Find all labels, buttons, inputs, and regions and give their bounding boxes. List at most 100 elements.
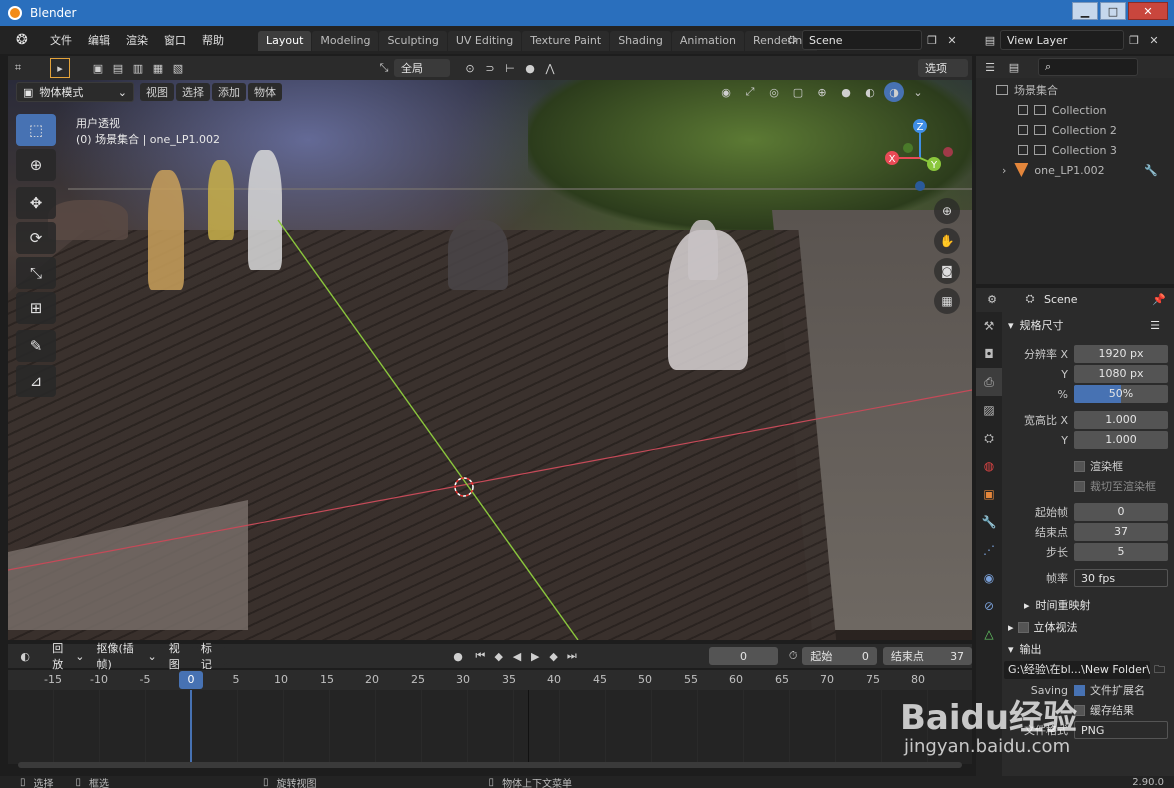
editor-type-icon[interactable]: ⌗ bbox=[8, 58, 28, 78]
tab-layout[interactable]: Layout bbox=[258, 31, 312, 51]
new-scene-icon[interactable]: ❐ bbox=[922, 30, 942, 50]
mode-select[interactable]: ▣ 物体模式 ⌄ bbox=[16, 82, 134, 102]
aspect-x-field[interactable]: 1.000 bbox=[1074, 411, 1168, 429]
gizmo-neg-x-handle[interactable] bbox=[943, 147, 953, 157]
visibility-eye-icon[interactable]: ◉ bbox=[716, 82, 736, 102]
select-mode-intersect-icon[interactable]: ▧ bbox=[168, 58, 188, 78]
tab-texture-paint[interactable]: Texture Paint bbox=[522, 31, 610, 51]
menu-object[interactable]: 物体 bbox=[248, 83, 282, 101]
frame-step-field[interactable]: 5 bbox=[1074, 543, 1168, 561]
annotate-tool-icon[interactable]: ✎ bbox=[16, 330, 56, 362]
tab-sculpting[interactable]: Sculpting bbox=[379, 31, 447, 51]
stereoscopy-checkbox[interactable] bbox=[1017, 621, 1029, 633]
select-mode-subtract-icon[interactable]: ▥ bbox=[128, 58, 148, 78]
tab-shading[interactable]: Shading bbox=[610, 31, 671, 51]
transform-orientation-select[interactable]: 全局 bbox=[394, 59, 450, 77]
exclude-checkbox[interactable] bbox=[1018, 145, 1028, 155]
pan-hand-icon[interactable]: ✋ bbox=[934, 228, 960, 254]
playback-menu[interactable]: 回放 ⌄ bbox=[46, 642, 91, 671]
menu-window[interactable]: 窗口 bbox=[156, 32, 194, 48]
render-region-checkbox[interactable]: 渲染框 bbox=[1074, 456, 1174, 476]
menu-render[interactable]: 渲染 bbox=[118, 32, 156, 48]
falloff-icon[interactable]: ⋀ bbox=[540, 58, 560, 78]
frame-start-field[interactable]: 起始 0 bbox=[802, 647, 877, 665]
crop-region-checkbox[interactable]: 裁切至渲染框 bbox=[1074, 476, 1174, 496]
select-mode-extend-icon[interactable]: ▤ bbox=[108, 58, 128, 78]
jump-end-icon[interactable]: ⏭ bbox=[563, 646, 581, 666]
file-format-select[interactable]: PNG bbox=[1074, 721, 1168, 739]
frame-rate-select[interactable]: 30 fps bbox=[1074, 569, 1168, 587]
blender-logo-icon[interactable]: ❂ bbox=[16, 32, 34, 48]
rotate-tool-icon[interactable]: ⟳ bbox=[16, 222, 56, 254]
resolution-x-field[interactable]: 1920 px bbox=[1074, 345, 1168, 363]
close-button[interactable]: ✕ bbox=[1128, 2, 1168, 20]
modifier-wrench-icon[interactable]: 🔧 bbox=[1144, 164, 1158, 177]
folder-icon[interactable]: 🗀 bbox=[1154, 661, 1165, 680]
xray-toggle-icon[interactable]: ▢ bbox=[788, 82, 808, 102]
tab-data-icon[interactable]: △ bbox=[976, 620, 1002, 648]
frame-end-field[interactable]: 37 bbox=[1074, 523, 1168, 541]
timeline-body[interactable] bbox=[8, 690, 972, 764]
tab-modifier-icon[interactable]: 🔧 bbox=[976, 508, 1002, 536]
tab-scene-icon[interactable]: ⛭ bbox=[976, 424, 1002, 452]
outliner-search-input[interactable]: ⌕ bbox=[1038, 58, 1138, 76]
navigation-gizmo[interactable]: Z X Y bbox=[880, 118, 960, 198]
move-tool-icon[interactable]: ✥ bbox=[16, 187, 56, 219]
aspect-y-field[interactable]: 1.000 bbox=[1074, 431, 1168, 449]
transform-orientation-icon[interactable]: ⤡ bbox=[374, 58, 394, 78]
playhead-frame-indicator[interactable]: 0 bbox=[179, 671, 203, 689]
tab-animation[interactable]: Animation bbox=[671, 31, 744, 51]
properties-type-icon[interactable]: ⚙ bbox=[982, 289, 1002, 309]
overlay-toggle-icon[interactable]: ◎ bbox=[764, 82, 784, 102]
display-mode-icon[interactable]: ▤ bbox=[1004, 57, 1024, 77]
new-view-layer-icon[interactable]: ❐ bbox=[1124, 30, 1144, 50]
gizmo-neg-z-handle[interactable] bbox=[915, 181, 925, 191]
shading-solid-icon[interactable]: ● bbox=[836, 82, 856, 102]
panel-dimensions-header[interactable]: ▾ 规格尺寸 ☰ bbox=[1004, 314, 1174, 336]
output-panel[interactable]: ▾ 输出 bbox=[1004, 638, 1174, 660]
outliner-item-object[interactable]: › one_LP1.002 🔧 bbox=[976, 160, 1174, 180]
select-box-tool-icon[interactable]: ⬚ bbox=[16, 114, 56, 146]
exclude-checkbox[interactable] bbox=[1018, 125, 1028, 135]
tab-physics-icon[interactable]: ◉ bbox=[976, 564, 1002, 592]
tab-render-icon[interactable]: ◘ bbox=[976, 340, 1002, 368]
proportional-edit-icon[interactable]: ● bbox=[520, 58, 540, 78]
resolution-y-field[interactable]: 1080 px bbox=[1074, 365, 1168, 383]
timeline-type-icon[interactable]: ◐ bbox=[16, 646, 34, 666]
play-reverse-icon[interactable]: ◀ bbox=[508, 646, 526, 666]
resolution-percent-slider[interactable]: 50% bbox=[1074, 385, 1168, 403]
outliner-item-collection-2[interactable]: Collection 2 bbox=[976, 120, 1174, 140]
scale-tool-icon[interactable]: ⤡ bbox=[16, 257, 56, 289]
jump-keyframe-forward-icon[interactable]: ◆ bbox=[544, 646, 562, 666]
stopwatch-icon[interactable]: ⏱ bbox=[784, 646, 802, 666]
zoom-icon[interactable]: ⊕ bbox=[934, 198, 960, 224]
tab-uv-editing[interactable]: UV Editing bbox=[447, 31, 522, 51]
pivot-point-icon[interactable]: ⊙ bbox=[460, 58, 480, 78]
view-layer-field[interactable]: View Layer bbox=[1000, 30, 1124, 50]
jump-start-icon[interactable]: ⏮ bbox=[471, 646, 489, 666]
cache-result-checkbox[interactable]: 缓存结果 bbox=[1074, 700, 1174, 720]
menu-add[interactable]: 添加 bbox=[212, 83, 246, 101]
scene-name-field[interactable]: Scene bbox=[802, 30, 922, 50]
timeline-ruler[interactable]: -15 -10 -5 0 5 10 15 20 25 30 35 40 45 5… bbox=[8, 670, 972, 690]
marker-menu[interactable]: 标记 bbox=[194, 642, 227, 671]
maximize-button[interactable]: □ bbox=[1100, 2, 1126, 20]
measure-tool-icon[interactable]: ⊿ bbox=[16, 365, 56, 397]
options-dropdown[interactable]: 选项 bbox=[918, 59, 968, 77]
outliner-item-collection[interactable]: Collection bbox=[976, 100, 1174, 120]
pin-icon[interactable]: 📌 bbox=[1152, 293, 1166, 306]
tab-constraints-icon[interactable]: ⊘ bbox=[976, 592, 1002, 620]
exclude-checkbox[interactable] bbox=[1018, 105, 1028, 115]
ortho-grid-icon[interactable]: ▦ bbox=[934, 288, 960, 314]
tab-modeling[interactable]: Modeling bbox=[312, 31, 379, 51]
time-remap-subpanel[interactable]: ▸ 时间重映射 bbox=[1004, 594, 1174, 616]
shading-rendered-icon[interactable]: ◑ bbox=[884, 82, 904, 102]
select-mode-new-icon[interactable]: ▣ bbox=[88, 58, 108, 78]
outliner-scene-collection[interactable]: 场景集合 bbox=[976, 80, 1174, 100]
shading-material-icon[interactable]: ◐ bbox=[860, 82, 880, 102]
frame-end-field[interactable]: 结束点 37 bbox=[882, 647, 973, 665]
tab-object-icon[interactable]: ▣ bbox=[976, 480, 1002, 508]
menu-help[interactable]: 帮助 bbox=[194, 32, 232, 48]
stereoscopy-panel[interactable]: ▸ 立体视法 bbox=[1004, 616, 1174, 638]
gizmo-toggle-icon[interactable]: ⤢ bbox=[740, 82, 760, 102]
